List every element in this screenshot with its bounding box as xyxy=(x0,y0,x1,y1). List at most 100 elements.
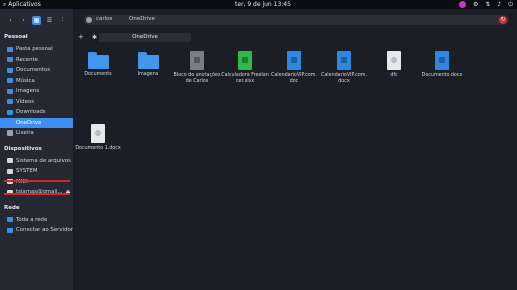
top-panel: ⌕ Aplicativos ter, 9 de jun 13:45 ⚙ ⇅ ♪ … xyxy=(0,0,517,9)
file-label: Documento.docx xyxy=(421,73,463,78)
network-icon xyxy=(7,217,13,223)
file-manager-window: ‹ › ▦ ☰ ⫶ Pessoal Pasta pessoal Recente … xyxy=(0,9,517,290)
sidebar-item-trash[interactable]: Lixeira xyxy=(0,128,73,139)
sidebar-item-onedrive[interactable]: OneDrive xyxy=(0,117,73,128)
reload-icon[interactable]: ↻ xyxy=(499,16,507,24)
file-label: Imagens xyxy=(137,72,159,77)
sidebar-item-label: Vídeos xyxy=(16,98,35,105)
power-icon[interactable]: ⏻ xyxy=(508,0,513,9)
file-label: Bloco de anotações de Carlos xyxy=(173,73,221,84)
file-grid: Documents Imagens Bloco de anotações de … xyxy=(74,49,517,289)
sidebar-item-label: OneDrive xyxy=(16,119,42,126)
attachment-file-icon xyxy=(387,51,401,70)
sidebar-item-label: Sistema de arquivos xyxy=(16,157,71,164)
applications-menu[interactable]: ⌕ Aplicativos xyxy=(3,1,41,9)
music-folder-icon xyxy=(7,78,13,84)
breadcrumb-carlos[interactable]: carlos xyxy=(96,16,112,22)
annotation-underline-top xyxy=(4,180,70,182)
folder-icon xyxy=(87,52,109,69)
sidebar-item-filesystem[interactable]: Sistema de arquivos xyxy=(0,156,73,167)
sidebar-item-label: Conectar ao Servidor xyxy=(16,227,73,234)
list-view-icon[interactable]: ☰ xyxy=(45,16,54,25)
pictures-folder-icon xyxy=(7,88,13,94)
file-item[interactable]: Documento 1.docx xyxy=(74,122,122,152)
folder-icon xyxy=(137,52,159,69)
clock[interactable]: ter, 9 de jun 13:45 xyxy=(235,1,291,8)
file-item[interactable]: Imagens xyxy=(124,49,172,78)
notebook-file-icon xyxy=(190,51,204,70)
file-item[interactable]: Calculadora Freelancer.xlsx xyxy=(221,49,269,85)
file-label: CalendarioVIP.com.docx xyxy=(321,73,367,84)
sidebar-item-images[interactable]: Imagens xyxy=(0,86,73,97)
network-icon[interactable]: ⇅ xyxy=(485,0,490,9)
file-item[interactable]: CalendarioVIP.com.docx xyxy=(320,49,368,85)
sidebar-item-label: SYSTEM xyxy=(16,168,38,175)
document-file-icon xyxy=(287,51,301,70)
sidebar: ‹ › ▦ ☰ ⫶ Pessoal Pasta pessoal Recente … xyxy=(0,9,74,290)
file-item[interactable]: Bloco de anotações de Carlos xyxy=(173,49,221,85)
videos-folder-icon xyxy=(7,99,13,105)
location-bar[interactable]: carlos OneDrive ↻ xyxy=(84,15,509,25)
file-item[interactable]: CalendarioVIP.com.doc xyxy=(270,49,318,85)
breadcrumb-onedrive[interactable]: OneDrive xyxy=(129,16,155,22)
file-label: Documento 1.docx xyxy=(75,146,121,151)
sidebar-item-network[interactable]: Toda a rede xyxy=(0,215,73,226)
file-label: Documents xyxy=(84,72,112,77)
sidebar-item-label: Imagens xyxy=(16,88,40,95)
file-item[interactable]: Documents xyxy=(74,49,122,78)
section-network: Rede xyxy=(4,204,20,211)
file-item[interactable]: Documento.docx xyxy=(418,49,466,79)
sidebar-item-connect-server[interactable]: Conectar ao Servidor xyxy=(0,225,73,236)
forward-icon[interactable]: › xyxy=(19,16,28,25)
view-toolbar: ‹ › ▦ ☰ ⫶ xyxy=(0,9,73,31)
tab-bar: + ✱ OneDrive xyxy=(74,33,517,42)
grid-view-icon[interactable]: ▦ xyxy=(32,15,41,25)
volume-icon[interactable]: ♪ xyxy=(497,0,501,9)
back-icon[interactable]: ‹ xyxy=(6,16,15,25)
folder-icon xyxy=(7,120,13,126)
tab-onedrive[interactable]: OneDrive xyxy=(99,33,191,42)
new-tab-icon[interactable]: + xyxy=(78,33,84,42)
sidebar-item-label: Recente xyxy=(16,56,38,63)
notification-icon[interactable] xyxy=(458,1,466,8)
home-icon xyxy=(7,46,13,52)
sidebar-item-music[interactable]: Música xyxy=(0,76,73,87)
file-label: Calculadora Freelancer.xlsx xyxy=(221,73,269,84)
sidebar-item-videos[interactable]: Vídeos xyxy=(0,97,73,108)
tab-label: OneDrive xyxy=(132,34,158,40)
drive-icon xyxy=(7,168,13,174)
document-file-icon xyxy=(337,51,351,70)
accessibility-icon[interactable]: ⚙ xyxy=(473,0,478,9)
section-devices: Dispositivos xyxy=(4,145,42,152)
sidebar-item-label: Lixeira xyxy=(16,130,34,137)
settings-icon[interactable]: ✱ xyxy=(92,33,97,42)
sidebar-item-recent[interactable]: Recente xyxy=(0,55,73,66)
recent-icon xyxy=(7,57,13,63)
main-view: carlos OneDrive ↻ + ✱ OneDrive Documents… xyxy=(74,9,517,290)
columns-view-icon[interactable]: ⫶ xyxy=(58,16,67,25)
system-tray: ⚙ ⇅ ♪ ⏻ xyxy=(458,0,513,9)
downloads-folder-icon xyxy=(7,109,13,115)
section-personal: Pessoal xyxy=(4,34,28,40)
sidebar-item-label: Toda a rede xyxy=(16,216,48,223)
drive-icon xyxy=(7,158,13,164)
file-item[interactable]: dfc xyxy=(370,49,418,79)
home-icon[interactable] xyxy=(86,17,92,23)
sidebar-item-label: Música xyxy=(16,77,35,84)
sidebar-item-label: Pasta pessoal xyxy=(16,46,53,53)
sidebar-item-system[interactable]: SYSTEM xyxy=(0,166,73,177)
attachment-file-icon xyxy=(91,124,105,143)
file-label: dfc xyxy=(390,73,398,78)
annotation-underline-bottom xyxy=(4,193,70,195)
sidebar-item-home[interactable]: Pasta pessoal xyxy=(0,44,73,55)
file-label: CalendarioVIP.com.doc xyxy=(271,73,317,84)
sidebar-item-label: Documentos xyxy=(16,67,51,74)
trash-icon xyxy=(7,130,13,137)
server-icon xyxy=(7,227,13,233)
sidebar-item-downloads[interactable]: Downloads xyxy=(0,107,73,118)
sidebar-item-documents[interactable]: Documentos xyxy=(0,65,73,76)
spreadsheet-file-icon xyxy=(238,51,252,70)
folder-icon xyxy=(7,67,13,73)
sidebar-item-label: Downloads xyxy=(16,109,46,116)
document-file-icon xyxy=(435,51,449,70)
